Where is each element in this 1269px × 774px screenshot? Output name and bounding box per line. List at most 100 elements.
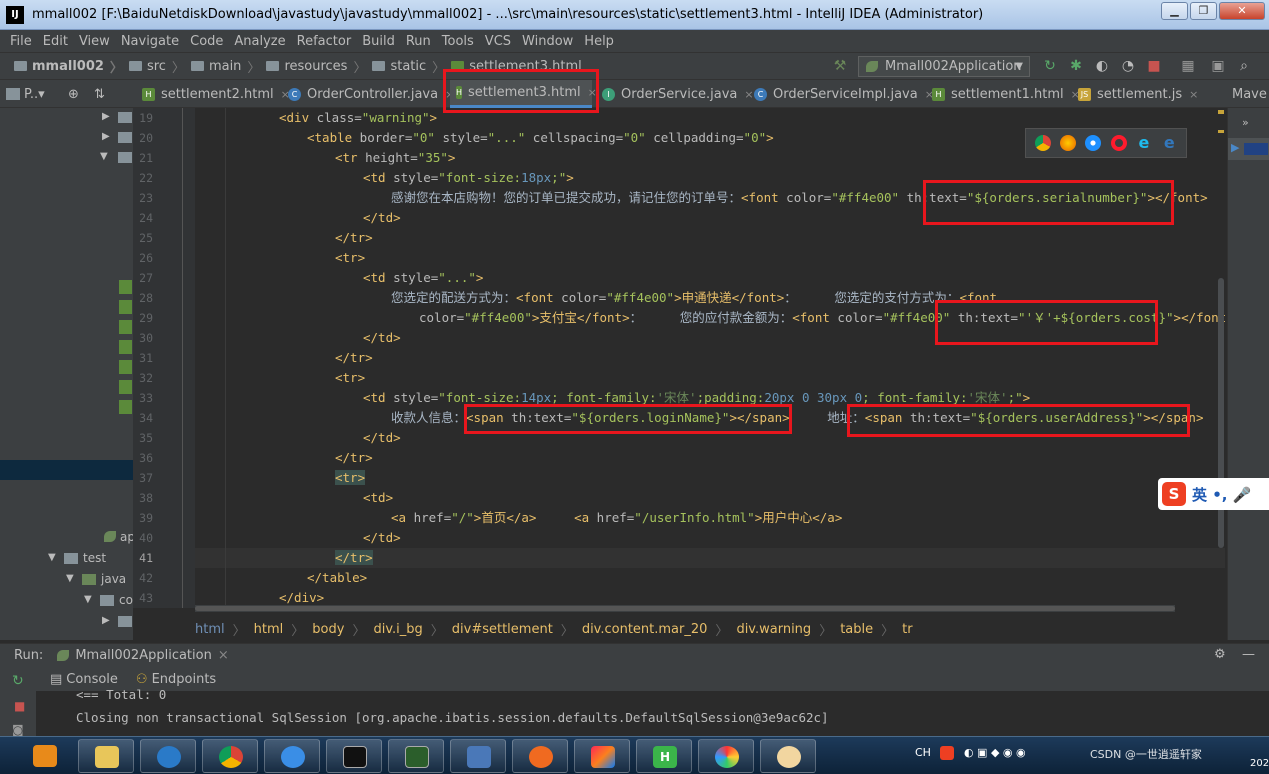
endpoints-tab[interactable]: Endpoints (152, 672, 217, 687)
app-icon-blue-bird[interactable] (140, 739, 196, 773)
crumb-div-settlement[interactable]: div#settlement (452, 622, 553, 637)
tree-row-ap[interactable]: ap (0, 528, 135, 548)
console-line: <== Total: 0 (76, 687, 167, 701)
close-tab-icon[interactable]: × (1189, 88, 1198, 101)
hbuilder-icon[interactable]: H (636, 739, 692, 773)
tray-icons[interactable]: ◐ ▣ ◆ ◉ ◉ (964, 746, 1026, 759)
search-icon[interactable]: ⌕ (1236, 58, 1252, 74)
expand-icon[interactable]: » (1242, 116, 1249, 129)
maven-panel-row[interactable]: ▶ (1228, 138, 1269, 160)
tab-orderservice-java[interactable]: I OrderService.java × (596, 80, 754, 108)
safari-icon[interactable] (1085, 135, 1102, 151)
crumb-html[interactable]: html (254, 622, 284, 637)
cmd-icon[interactable] (326, 739, 382, 773)
tree-row[interactable]: ▶ (0, 612, 133, 632)
minimize-panel-icon[interactable]: — (1242, 647, 1255, 662)
menu-code[interactable]: Code (190, 34, 223, 49)
anime-avatar-icon[interactable] (760, 739, 816, 773)
collapse-settings-icon[interactable]: ⇅ (88, 80, 105, 108)
menu-analyze[interactable]: Analyze (234, 34, 285, 49)
run-config-tab[interactable]: Mmall002Application (75, 648, 212, 663)
nav-crumb-static[interactable]: static 〉 (372, 57, 445, 76)
crumb-html[interactable]: html (195, 622, 225, 637)
chrome-icon[interactable] (202, 739, 258, 773)
sogou-logo-icon: S (1162, 482, 1186, 506)
minimize-button[interactable]: ▁ (1161, 2, 1188, 20)
tab-settlement1-html[interactable]: Hsettlement1.html × (926, 80, 1080, 108)
project-tool-tab[interactable]: P..▾ (0, 80, 64, 108)
menu-navigate[interactable]: Navigate (121, 34, 179, 49)
file-explorer-icon[interactable] (78, 739, 134, 773)
tree-row-java[interactable]: ▼ java (0, 570, 133, 590)
remote-desktop-icon[interactable] (450, 739, 506, 773)
crumb-div-warning[interactable]: div.warning (736, 622, 811, 637)
internet-explorer-icon[interactable]: e (1136, 135, 1152, 151)
tree-row-selected[interactable] (0, 460, 133, 480)
tree-row[interactable]: ▶ (0, 108, 133, 128)
stop-icon[interactable]: ■ (14, 699, 25, 713)
maven-tool-tab[interactable]: Mave (1228, 80, 1269, 108)
close-button[interactable]: ✕ (1219, 2, 1265, 20)
firefox-icon[interactable] (1059, 135, 1076, 151)
debug-bug-icon[interactable]: ✱ (1068, 58, 1084, 74)
tab-settlement-js[interactable]: JS settlement.js × (1072, 80, 1198, 108)
nav-crumb-resources[interactable]: resources 〉 (266, 57, 366, 76)
console-tab[interactable]: Console (66, 672, 118, 687)
baidu-netdisk-icon[interactable] (264, 739, 320, 773)
close-tab-icon[interactable]: × (218, 648, 229, 663)
crumb-div-content[interactable]: div.content.mar_20 (582, 622, 708, 637)
colorful-app-icon[interactable] (698, 739, 754, 773)
menu-file[interactable]: File (10, 34, 32, 49)
tab-ordercontroller-java[interactable]: COrderController.java× (282, 80, 454, 108)
crumb-tr[interactable]: tr (902, 622, 912, 637)
rerun-icon[interactable]: ↻ (12, 673, 24, 689)
tree-row-co[interactable]: ▼ co (0, 591, 133, 611)
chrome-icon[interactable] (1034, 135, 1051, 151)
nav-crumb-main[interactable]: main 〉 (190, 57, 260, 76)
opera-icon[interactable] (1110, 135, 1127, 151)
menu-help[interactable]: Help (584, 34, 614, 49)
console-icon: ▤ (50, 671, 63, 687)
rerun-icon[interactable]: ↻ (1042, 58, 1058, 74)
nav-crumb-project[interactable]: mmall002 〉 (14, 57, 123, 76)
tab-settlement2-html[interactable]: Hsettlement2.html × (136, 80, 290, 108)
maximize-button[interactable]: ❐ (1190, 2, 1217, 20)
menu-edit[interactable]: Edit (43, 34, 68, 49)
horizontal-scrollbar[interactable] (195, 605, 1175, 612)
intellij-taskbar-icon[interactable] (574, 739, 630, 773)
ime-toolbar[interactable]: S 英 •, 🎤 (1158, 478, 1269, 510)
crumb-div-i-bg[interactable]: div.i_bg (373, 622, 422, 637)
tree-row[interactable]: ▶ (0, 128, 133, 148)
stop-icon[interactable]: ■ (1146, 58, 1162, 74)
crumb-body[interactable]: body (312, 622, 344, 637)
run-config-selector[interactable]: Mmall002Application ▼ (858, 56, 1030, 77)
task-manager-icon[interactable] (388, 739, 444, 773)
menu-window[interactable]: Window (522, 34, 573, 49)
build-hammer-icon[interactable]: ⚒ (832, 58, 848, 74)
menu-run[interactable]: Run (406, 34, 431, 49)
sogou-tray-icon[interactable] (940, 746, 955, 760)
settings-gear-icon[interactable]: ⚙ (1214, 647, 1226, 662)
media-player-icon[interactable] (24, 739, 66, 773)
profiler-icon[interactable]: ◔ (1120, 58, 1136, 74)
project-structure-icon[interactable]: ▦ (1180, 58, 1196, 74)
tab-orderserviceimpl-java[interactable]: C OrderServiceImpl.java × (748, 80, 934, 108)
tree-row-test[interactable]: ▼ test (0, 549, 133, 569)
locate-target-icon[interactable]: ⊕ (62, 80, 79, 108)
menu-view[interactable]: View (79, 34, 110, 49)
input-language[interactable]: CH (915, 746, 931, 759)
menu-build[interactable]: Build (362, 34, 395, 49)
crumb-table[interactable]: table (840, 622, 873, 637)
camera-icon[interactable]: ◙ (12, 723, 24, 737)
nav-crumb-src[interactable]: src 〉 (128, 57, 185, 76)
console-output[interactable]: <== Total: 0 Closing non transactional S… (36, 687, 1269, 736)
edge-icon[interactable]: e (1161, 135, 1177, 151)
editor-scrollbar[interactable] (1216, 108, 1226, 608)
layout-icon[interactable]: ▣ (1210, 58, 1226, 74)
pen-app-icon[interactable] (512, 739, 568, 773)
menu-tools[interactable]: Tools (442, 34, 474, 49)
menu-vcs[interactable]: VCS (485, 34, 511, 49)
menu-refactor[interactable]: Refactor (297, 34, 352, 49)
tree-row[interactable]: ▼ (0, 148, 133, 168)
coverage-icon[interactable]: ◐ (1094, 58, 1110, 74)
